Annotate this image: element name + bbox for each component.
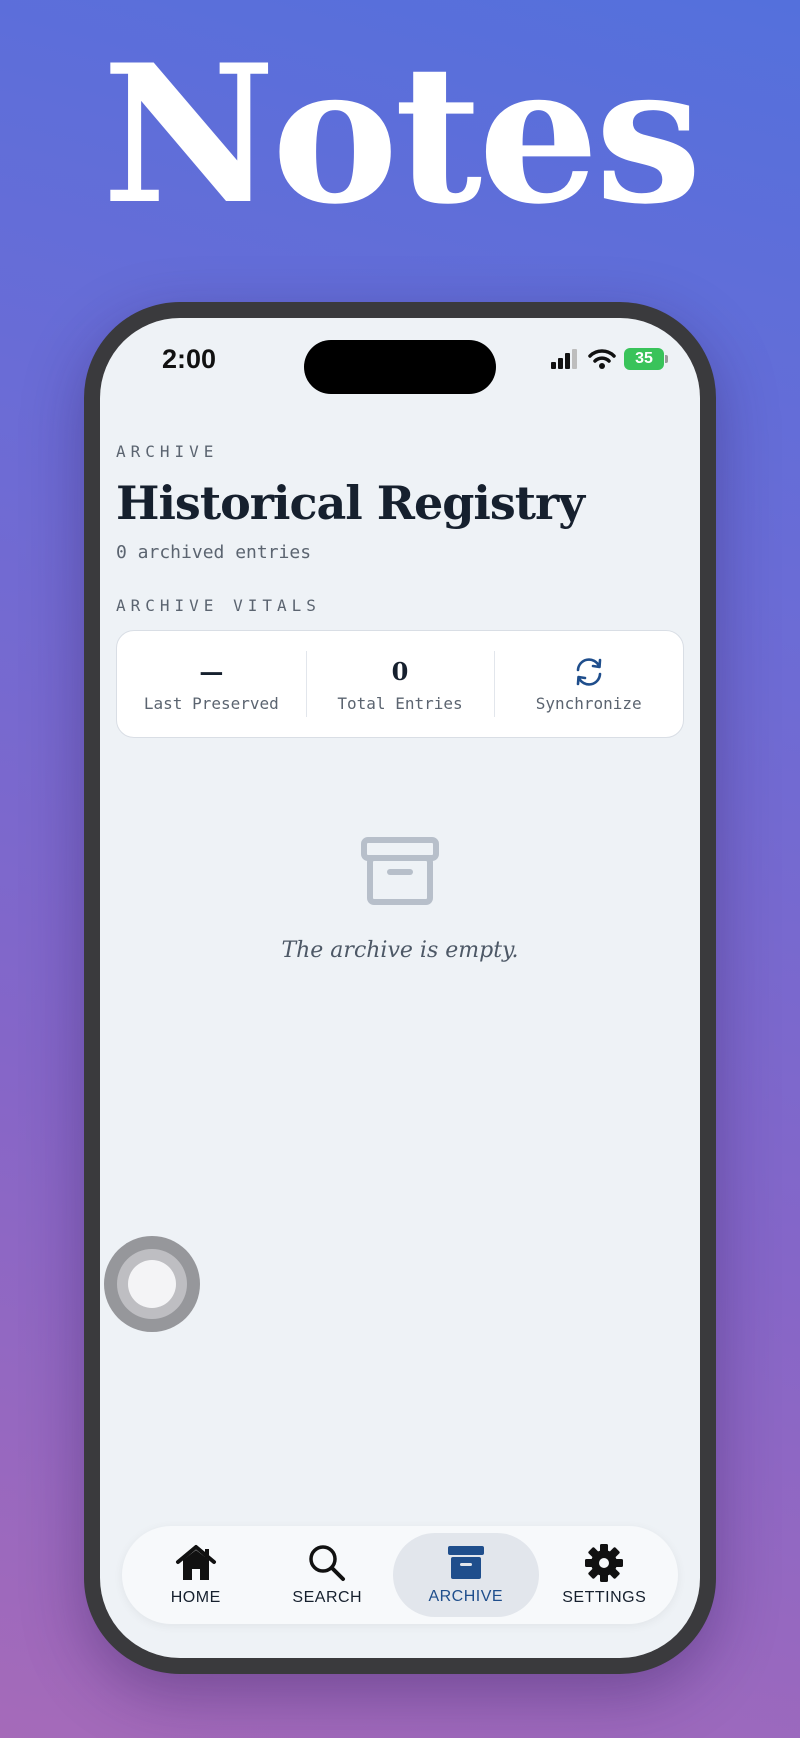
hero-title: Notes (101, 23, 702, 246)
tab-label: SETTINGS (562, 1589, 647, 1606)
entries-count: 0 archived entries (116, 542, 312, 563)
vital-caption: Last Preserved (143, 693, 279, 713)
vital-caption: Synchronize (535, 693, 642, 713)
battery-level: 35 (624, 348, 664, 370)
vital-last-preserved: — Last Preserved (117, 631, 306, 737)
tab-label: ARCHIVE (428, 1588, 504, 1605)
dynamic-island (304, 340, 496, 394)
tab-home[interactable]: HOME (130, 1533, 262, 1617)
wifi-icon (588, 349, 616, 369)
search-icon (309, 1545, 346, 1581)
page-title: Historical Registry (116, 476, 585, 530)
tab-label: HOME (170, 1589, 221, 1606)
vital-value: 0 (391, 656, 409, 686)
assistive-touch-button[interactable] (104, 1236, 200, 1332)
assistive-touch-ring (117, 1249, 187, 1319)
vital-value: — (199, 656, 224, 686)
phone-frame: 2:00 35 ARCHIVE Historical Registry 0 ar… (84, 302, 716, 1674)
archive-icon (447, 1546, 484, 1579)
synchronize-button[interactable]: Synchronize (494, 631, 683, 737)
archive-box-icon (360, 836, 440, 912)
vitals-section-label: ARCHIVE VITALS (116, 596, 321, 615)
status-time: 2:00 (162, 344, 217, 374)
battery-tip (665, 355, 668, 363)
cellular-signal-icon (551, 349, 577, 369)
tab-search[interactable]: SEARCH (262, 1533, 394, 1617)
empty-state-message: The archive is empty. (281, 938, 519, 963)
vital-total-entries: 0 Total Entries (305, 631, 495, 737)
tab-label: SEARCH (292, 1589, 363, 1606)
tab-archive[interactable]: ARCHIVE (393, 1533, 539, 1617)
tab-settings[interactable]: SETTINGS (539, 1533, 671, 1617)
battery-indicator: 35 (624, 348, 668, 370)
section-eyebrow: ARCHIVE (116, 442, 219, 461)
tab-bar: HOME SEARCH ARCHIVE SETTINGS (122, 1526, 678, 1624)
assistive-touch-core (128, 1260, 176, 1308)
app-screen: 2:00 35 ARCHIVE Historical Registry 0 ar… (100, 318, 700, 1658)
gear-icon (585, 1544, 624, 1582)
sync-icon (572, 656, 606, 688)
vitals-card: — Last Preserved 0 Total Entries Synchro… (116, 630, 684, 738)
vital-caption: Total Entries (337, 693, 463, 713)
status-icons: 35 (550, 348, 668, 370)
home-icon (175, 1545, 216, 1580)
